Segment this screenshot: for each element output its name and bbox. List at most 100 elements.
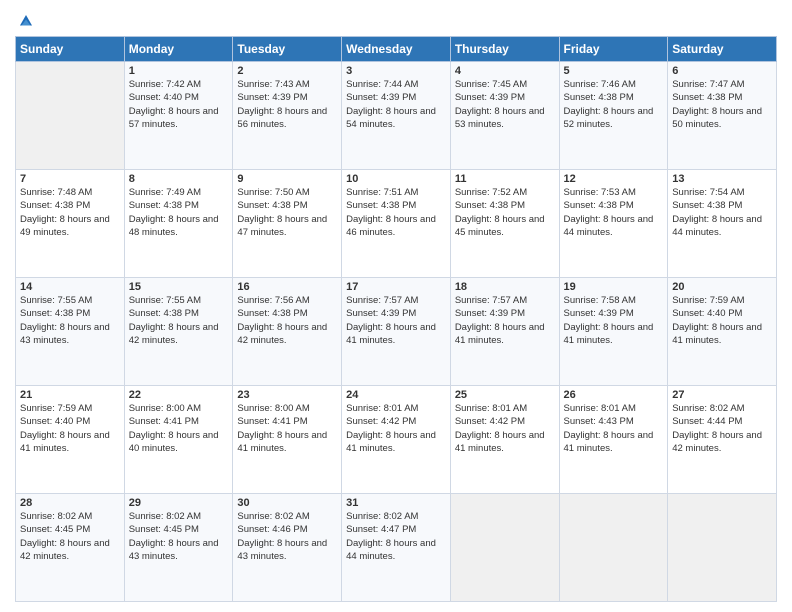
calendar-week-5: 28Sunrise: 8:02 AMSunset: 4:45 PMDayligh… — [16, 494, 777, 602]
calendar-week-3: 14Sunrise: 7:55 AMSunset: 4:38 PMDayligh… — [16, 278, 777, 386]
calendar-cell — [668, 494, 777, 602]
day-number: 5 — [564, 65, 664, 77]
weekday-header-saturday: Saturday — [668, 37, 777, 62]
day-info: Sunrise: 8:01 AMSunset: 4:42 PMDaylight:… — [346, 402, 446, 455]
day-number: 3 — [346, 65, 446, 77]
calendar-cell — [559, 494, 668, 602]
day-number: 11 — [455, 173, 555, 185]
day-number: 8 — [129, 173, 229, 185]
day-info: Sunrise: 8:00 AMSunset: 4:41 PMDaylight:… — [237, 402, 337, 455]
calendar-cell: 18Sunrise: 7:57 AMSunset: 4:39 PMDayligh… — [450, 278, 559, 386]
calendar-cell: 13Sunrise: 7:54 AMSunset: 4:38 PMDayligh… — [668, 170, 777, 278]
calendar-cell: 24Sunrise: 8:01 AMSunset: 4:42 PMDayligh… — [342, 386, 451, 494]
header — [15, 10, 777, 30]
day-number: 2 — [237, 65, 337, 77]
day-number: 9 — [237, 173, 337, 185]
day-number: 17 — [346, 281, 446, 293]
day-number: 4 — [455, 65, 555, 77]
day-info: Sunrise: 7:48 AMSunset: 4:38 PMDaylight:… — [20, 186, 120, 239]
calendar-week-4: 21Sunrise: 7:59 AMSunset: 4:40 PMDayligh… — [16, 386, 777, 494]
day-info: Sunrise: 7:45 AMSunset: 4:39 PMDaylight:… — [455, 78, 555, 131]
day-info: Sunrise: 7:54 AMSunset: 4:38 PMDaylight:… — [672, 186, 772, 239]
calendar-cell: 16Sunrise: 7:56 AMSunset: 4:38 PMDayligh… — [233, 278, 342, 386]
logo-icon — [17, 12, 35, 30]
calendar-cell: 5Sunrise: 7:46 AMSunset: 4:38 PMDaylight… — [559, 62, 668, 170]
day-info: Sunrise: 7:59 AMSunset: 4:40 PMDaylight:… — [672, 294, 772, 347]
calendar-cell: 29Sunrise: 8:02 AMSunset: 4:45 PMDayligh… — [124, 494, 233, 602]
day-info: Sunrise: 8:02 AMSunset: 4:44 PMDaylight:… — [672, 402, 772, 455]
day-info: Sunrise: 7:43 AMSunset: 4:39 PMDaylight:… — [237, 78, 337, 131]
calendar-cell: 31Sunrise: 8:02 AMSunset: 4:47 PMDayligh… — [342, 494, 451, 602]
day-info: Sunrise: 7:58 AMSunset: 4:39 PMDaylight:… — [564, 294, 664, 347]
day-info: Sunrise: 7:59 AMSunset: 4:40 PMDaylight:… — [20, 402, 120, 455]
calendar-cell: 12Sunrise: 7:53 AMSunset: 4:38 PMDayligh… — [559, 170, 668, 278]
day-info: Sunrise: 7:57 AMSunset: 4:39 PMDaylight:… — [346, 294, 446, 347]
calendar-cell: 19Sunrise: 7:58 AMSunset: 4:39 PMDayligh… — [559, 278, 668, 386]
day-info: Sunrise: 7:56 AMSunset: 4:38 PMDaylight:… — [237, 294, 337, 347]
day-number: 21 — [20, 389, 120, 401]
calendar-cell: 27Sunrise: 8:02 AMSunset: 4:44 PMDayligh… — [668, 386, 777, 494]
day-info: Sunrise: 8:02 AMSunset: 4:46 PMDaylight:… — [237, 510, 337, 563]
day-number: 24 — [346, 389, 446, 401]
day-number: 22 — [129, 389, 229, 401]
day-number: 14 — [20, 281, 120, 293]
day-info: Sunrise: 7:55 AMSunset: 4:38 PMDaylight:… — [20, 294, 120, 347]
day-info: Sunrise: 8:02 AMSunset: 4:47 PMDaylight:… — [346, 510, 446, 563]
calendar-cell: 17Sunrise: 7:57 AMSunset: 4:39 PMDayligh… — [342, 278, 451, 386]
calendar-cell: 10Sunrise: 7:51 AMSunset: 4:38 PMDayligh… — [342, 170, 451, 278]
day-number: 10 — [346, 173, 446, 185]
day-number: 18 — [455, 281, 555, 293]
day-info: Sunrise: 7:47 AMSunset: 4:38 PMDaylight:… — [672, 78, 772, 131]
day-number: 7 — [20, 173, 120, 185]
calendar-cell: 2Sunrise: 7:43 AMSunset: 4:39 PMDaylight… — [233, 62, 342, 170]
day-info: Sunrise: 7:51 AMSunset: 4:38 PMDaylight:… — [346, 186, 446, 239]
day-info: Sunrise: 7:50 AMSunset: 4:38 PMDaylight:… — [237, 186, 337, 239]
weekday-header-sunday: Sunday — [16, 37, 125, 62]
calendar-cell: 20Sunrise: 7:59 AMSunset: 4:40 PMDayligh… — [668, 278, 777, 386]
calendar-cell: 1Sunrise: 7:42 AMSunset: 4:40 PMDaylight… — [124, 62, 233, 170]
calendar-cell: 6Sunrise: 7:47 AMSunset: 4:38 PMDaylight… — [668, 62, 777, 170]
calendar-cell: 25Sunrise: 8:01 AMSunset: 4:42 PMDayligh… — [450, 386, 559, 494]
day-number: 25 — [455, 389, 555, 401]
calendar-cell: 7Sunrise: 7:48 AMSunset: 4:38 PMDaylight… — [16, 170, 125, 278]
day-info: Sunrise: 7:52 AMSunset: 4:38 PMDaylight:… — [455, 186, 555, 239]
calendar-cell: 11Sunrise: 7:52 AMSunset: 4:38 PMDayligh… — [450, 170, 559, 278]
weekday-header-monday: Monday — [124, 37, 233, 62]
day-info: Sunrise: 8:01 AMSunset: 4:42 PMDaylight:… — [455, 402, 555, 455]
day-info: Sunrise: 8:02 AMSunset: 4:45 PMDaylight:… — [129, 510, 229, 563]
day-number: 16 — [237, 281, 337, 293]
day-number: 1 — [129, 65, 229, 77]
day-number: 29 — [129, 497, 229, 509]
day-number: 15 — [129, 281, 229, 293]
day-info: Sunrise: 7:49 AMSunset: 4:38 PMDaylight:… — [129, 186, 229, 239]
day-number: 31 — [346, 497, 446, 509]
calendar-cell: 15Sunrise: 7:55 AMSunset: 4:38 PMDayligh… — [124, 278, 233, 386]
calendar-cell: 14Sunrise: 7:55 AMSunset: 4:38 PMDayligh… — [16, 278, 125, 386]
day-number: 28 — [20, 497, 120, 509]
day-number: 23 — [237, 389, 337, 401]
weekday-header-row: SundayMondayTuesdayWednesdayThursdayFrid… — [16, 37, 777, 62]
calendar-cell: 8Sunrise: 7:49 AMSunset: 4:38 PMDaylight… — [124, 170, 233, 278]
day-number: 12 — [564, 173, 664, 185]
day-info: Sunrise: 7:46 AMSunset: 4:38 PMDaylight:… — [564, 78, 664, 131]
day-number: 26 — [564, 389, 664, 401]
logo — [15, 14, 35, 30]
day-number: 27 — [672, 389, 772, 401]
calendar-cell: 28Sunrise: 8:02 AMSunset: 4:45 PMDayligh… — [16, 494, 125, 602]
day-info: Sunrise: 7:44 AMSunset: 4:39 PMDaylight:… — [346, 78, 446, 131]
day-info: Sunrise: 8:01 AMSunset: 4:43 PMDaylight:… — [564, 402, 664, 455]
day-number: 19 — [564, 281, 664, 293]
day-info: Sunrise: 8:00 AMSunset: 4:41 PMDaylight:… — [129, 402, 229, 455]
weekday-header-tuesday: Tuesday — [233, 37, 342, 62]
calendar-week-2: 7Sunrise: 7:48 AMSunset: 4:38 PMDaylight… — [16, 170, 777, 278]
weekday-header-wednesday: Wednesday — [342, 37, 451, 62]
calendar-cell — [16, 62, 125, 170]
calendar-cell: 30Sunrise: 8:02 AMSunset: 4:46 PMDayligh… — [233, 494, 342, 602]
calendar-cell: 3Sunrise: 7:44 AMSunset: 4:39 PMDaylight… — [342, 62, 451, 170]
calendar-cell: 9Sunrise: 7:50 AMSunset: 4:38 PMDaylight… — [233, 170, 342, 278]
day-info: Sunrise: 8:02 AMSunset: 4:45 PMDaylight:… — [20, 510, 120, 563]
day-number: 30 — [237, 497, 337, 509]
day-info: Sunrise: 7:53 AMSunset: 4:38 PMDaylight:… — [564, 186, 664, 239]
calendar-cell: 23Sunrise: 8:00 AMSunset: 4:41 PMDayligh… — [233, 386, 342, 494]
page: SundayMondayTuesdayWednesdayThursdayFrid… — [0, 0, 792, 612]
